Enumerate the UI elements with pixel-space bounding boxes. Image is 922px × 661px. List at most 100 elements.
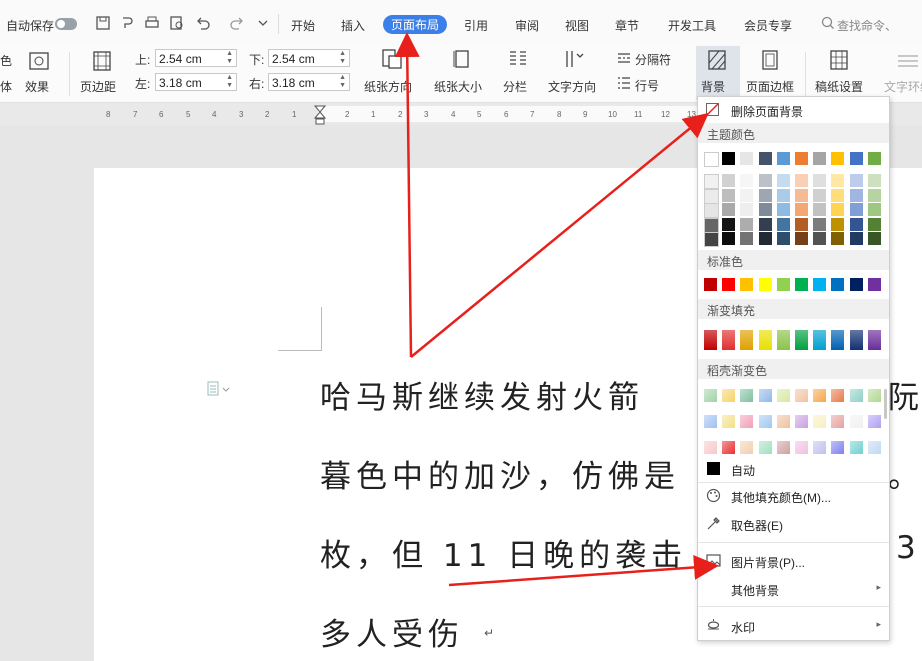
tab-member[interactable]: 会员专享 [744,17,792,34]
paper-size-button[interactable]: 纸张大小 [434,78,482,95]
daoke-gradient-swatch[interactable] [758,441,772,454]
standard-color-swatch[interactable] [849,278,863,291]
gradient-fill-swatch[interactable] [867,330,881,350]
spinner-icon[interactable]: ▲ ▼ [339,74,346,90]
theme-color-shade-swatch[interactable] [795,174,808,187]
theme-color-swatch[interactable] [849,152,863,165]
gradient-fill-swatch[interactable] [849,330,863,350]
redo-icon[interactable] [229,15,245,31]
daoke-gradient-swatch[interactable] [831,389,845,402]
theme-color-shade-swatch[interactable] [831,217,845,231]
line-numbers-icon[interactable] [616,75,632,91]
daoke-gradient-swatch[interactable] [758,389,772,402]
daoke-gradient-swatch[interactable] [831,415,845,428]
daoke-gradient-swatch[interactable] [813,389,827,402]
theme-color-shade-swatch[interactable] [722,203,736,216]
paper-setup-icon[interactable] [828,49,850,71]
spinner-icon[interactable]: ▲ ▼ [339,50,346,66]
tab-developer[interactable]: 开发工具 [668,17,716,34]
top-margin-input[interactable]: 2.54 cm ▲ ▼ [155,49,237,67]
scrollbar[interactable] [884,389,887,419]
autosave-toggle[interactable] [55,18,77,30]
theme-color-shade-swatch[interactable] [776,188,790,202]
theme-color-shade-swatch[interactable] [795,217,808,231]
eyedropper-item[interactable]: 取色器(E) [698,513,889,535]
daoke-gradient-swatch[interactable] [867,389,881,402]
daoke-gradient-swatch[interactable] [831,441,845,454]
daoke-gradient-swatch[interactable] [849,415,863,428]
theme-color-swatch[interactable] [867,152,881,165]
daoke-gradient-swatch[interactable] [722,441,736,454]
theme-color-shade-swatch[interactable] [831,174,845,187]
doc-line-1[interactable]: 哈马斯继续发射火箭 [320,372,644,417]
theme-color-shade-swatch[interactable] [722,232,736,245]
breaks-button[interactable]: 分隔符 [635,51,671,68]
paper-setup-button[interactable]: 稿纸设置 [815,78,863,95]
daoke-gradient-swatch[interactable] [813,441,827,454]
doc-overflow-3[interactable]: 3 [896,530,921,566]
gradient-fill-swatch[interactable] [740,330,754,350]
theme-color-swatch[interactable] [740,152,754,165]
gradient-fill-swatch[interactable] [722,330,736,350]
left-margin-input[interactable]: 3.18 cm ▲ ▼ [155,73,237,91]
standard-color-swatch[interactable] [813,278,827,291]
tab-insert[interactable]: 插入 [341,17,365,34]
theme-color-shade-swatch[interactable] [849,217,863,231]
doc-line-2[interactable]: 暮色中的加沙，仿佛是 [320,451,680,496]
theme-color-shade-swatch[interactable] [740,203,754,216]
more-fill-colors-item[interactable]: 其他填充颜色(M)... [698,485,889,507]
page-border-button[interactable]: 页面边框 [746,78,794,95]
text-direction-button[interactable]: 文字方向 [548,78,596,95]
theme-color-shade-swatch[interactable] [867,174,881,187]
theme-color-swatch[interactable] [813,152,827,165]
undo-icon[interactable] [195,15,211,31]
background-icon[interactable] [706,49,728,71]
daoke-gradient-swatch[interactable] [740,415,754,428]
page-border-icon[interactable] [759,49,781,71]
standard-color-swatch[interactable] [722,278,736,291]
gradient-fill-swatch[interactable] [704,330,717,350]
save-icon[interactable] [95,15,111,31]
columns-button[interactable]: 分栏 [503,78,527,95]
right-margin-input[interactable]: 3.18 cm ▲ ▼ [268,73,350,91]
orientation-button[interactable]: 纸张方向 [364,78,412,95]
theme-color-shade-swatch[interactable] [758,188,772,202]
theme-color-shade-swatch[interactable] [849,232,863,245]
daoke-gradient-swatch[interactable] [758,415,772,428]
tab-references[interactable]: 引用 [464,17,488,34]
theme-color-swatch[interactable] [795,152,808,165]
search-input[interactable]: 查找命令、 [837,17,897,34]
daoke-gradient-swatch[interactable] [849,441,863,454]
line-numbers-button[interactable]: 行号 [635,77,659,94]
theme-color-shade-swatch[interactable] [813,188,827,202]
tab-view[interactable]: 视图 [565,17,589,34]
bottom-margin-input[interactable]: 2.54 cm ▲ ▼ [268,49,350,67]
theme-color-shade-swatch[interactable] [704,203,719,218]
theme-color-shade-swatch[interactable] [758,203,772,216]
remove-background-item[interactable]: 删除页面背景 [698,99,889,121]
theme-color-swatch[interactable] [704,152,719,167]
theme-color-shade-swatch[interactable] [776,174,790,187]
wrap-button[interactable]: 文字环绕 [884,78,922,95]
daoke-gradient-swatch[interactable] [740,441,754,454]
theme-color-shade-swatch[interactable] [867,232,881,245]
theme-color-shade-swatch[interactable] [849,174,863,187]
theme-color-shade-swatch[interactable] [831,232,845,245]
theme-color-shade-swatch[interactable] [704,232,719,247]
standard-color-swatch[interactable] [867,278,881,291]
tab-review[interactable]: 审阅 [515,17,539,34]
standard-color-swatch[interactable] [831,278,845,291]
customize-chevron-icon[interactable] [255,15,271,31]
theme-color-shade-swatch[interactable] [776,217,790,231]
orientation-icon[interactable] [381,48,403,70]
theme-color-shade-swatch[interactable] [831,188,845,202]
theme-color-shade-swatch[interactable] [795,232,808,245]
theme-color-shade-swatch[interactable] [867,217,881,231]
theme-color-shade-swatch[interactable] [776,232,790,245]
doc-overflow-1[interactable]: 阮向 [888,372,922,417]
theme-color-swatch[interactable] [722,152,736,165]
theme-color-shade-swatch[interactable] [722,217,736,231]
daoke-gradient-swatch[interactable] [813,415,827,428]
daoke-gradient-swatch[interactable] [704,389,717,402]
daoke-gradient-swatch[interactable] [704,415,717,428]
